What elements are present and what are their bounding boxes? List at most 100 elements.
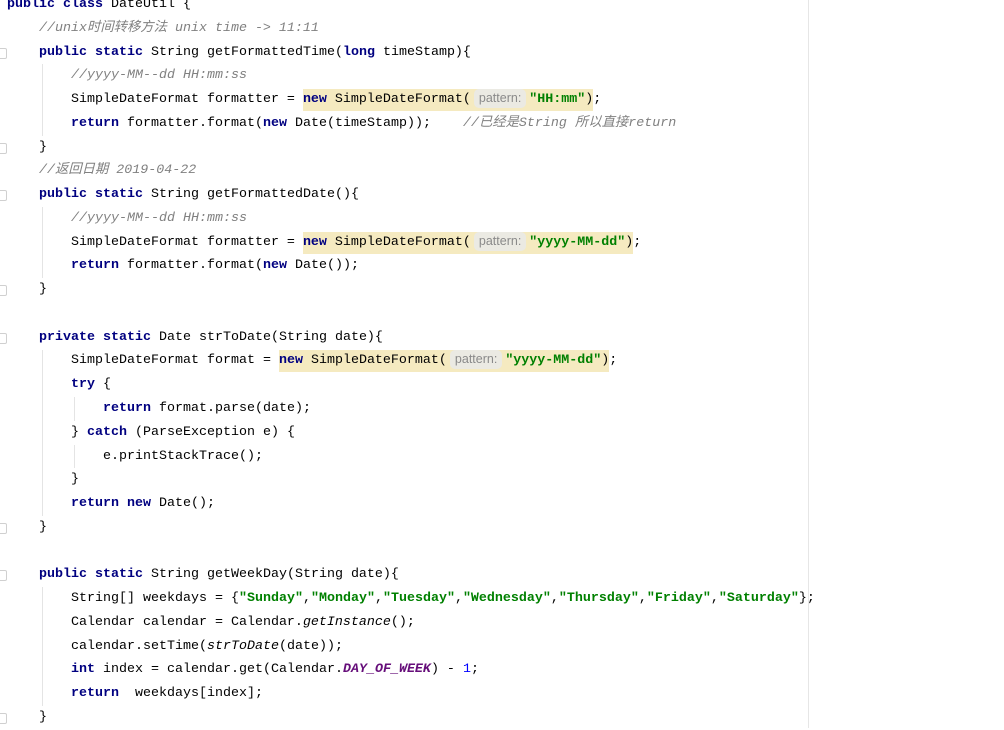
code-token: //yyyy-MM--dd HH:mm:ss xyxy=(71,68,247,84)
code-token: "Thursday" xyxy=(558,591,639,607)
code-line[interactable]: calendar.setTime(strToDate(date)); xyxy=(7,635,1004,659)
code-line[interactable]: } xyxy=(7,706,1004,730)
code-line[interactable]: //yyyy-MM--dd HH:mm:ss xyxy=(7,64,1004,88)
code-token: ; xyxy=(633,234,642,250)
code-token: ; xyxy=(593,92,602,108)
code-token: ) - xyxy=(430,662,463,678)
code-token: "Sunday" xyxy=(238,591,303,607)
code-token: , xyxy=(710,591,719,607)
code-line[interactable]: SimpleDateFormat formatter = new SimpleD… xyxy=(7,88,1004,112)
code-line[interactable] xyxy=(7,302,1004,326)
code-token: (); xyxy=(390,614,415,630)
code-token: "Saturday" xyxy=(718,591,799,607)
code-token: //unix时间转移方法 unix time -> 11:11 xyxy=(39,20,319,36)
code-token: try xyxy=(71,377,103,393)
code-token: (date)); xyxy=(278,638,343,654)
code-token: long xyxy=(342,44,383,60)
usage-highlight: new SimpleDateFormat(pattern: "HH:mm") xyxy=(302,89,594,112)
code-token: Date strToDate(String date){ xyxy=(158,329,383,345)
code-line[interactable]: Calendar calendar = Calendar.getInstance… xyxy=(7,611,1004,635)
code-line[interactable] xyxy=(7,540,1004,564)
fold-marker-icon[interactable] xyxy=(0,522,7,534)
fold-marker-icon[interactable] xyxy=(0,332,7,344)
code-token: String getWeekDay(String date){ xyxy=(150,567,399,583)
code-line[interactable]: //unix时间转移方法 unix time -> 11:11 xyxy=(7,17,1004,41)
code-token: , xyxy=(374,591,383,607)
code-line[interactable]: e.printStackTrace(); xyxy=(7,445,1004,469)
code-token: DAY_OF_WEEK xyxy=(342,662,431,678)
code-line[interactable]: return formatter.format(new Date()); xyxy=(7,254,1004,278)
code-token: Calendar calendar = Calendar. xyxy=(7,614,303,630)
fold-marker-icon[interactable] xyxy=(0,285,7,297)
fold-marker-icon[interactable] xyxy=(0,570,7,582)
code-token: "HH:mm" xyxy=(529,92,586,108)
code-line[interactable]: return format.parse(date); xyxy=(7,397,1004,421)
code-line[interactable]: } xyxy=(7,516,1004,540)
code-token: SimpleDateFormat format = xyxy=(7,353,279,369)
code-token: SimpleDateFormat formatter = xyxy=(7,234,303,250)
code-editor[interactable]: public class DateUtil { //unix时间转移方法 uni… xyxy=(7,0,1004,730)
code-line[interactable]: SimpleDateFormat format = new SimpleDate… xyxy=(7,349,1004,373)
code-line[interactable]: private static Date strToDate(String dat… xyxy=(7,326,1004,350)
code-line[interactable]: public class DateUtil { xyxy=(7,0,1004,17)
code-token: } xyxy=(7,519,47,535)
fold-marker-icon[interactable] xyxy=(0,47,7,59)
code-token: (ParseException e) { xyxy=(134,424,295,440)
code-line[interactable]: SimpleDateFormat formatter = new SimpleD… xyxy=(7,231,1004,255)
code-token: } xyxy=(7,139,47,155)
code-line[interactable]: return formatter.format(new Date(timeSta… xyxy=(7,112,1004,136)
code-line[interactable]: } catch (ParseException e) { xyxy=(7,421,1004,445)
code-line[interactable]: return weekdays[index]; xyxy=(7,682,1004,706)
code-token: } xyxy=(7,424,87,440)
code-token: SimpleDateFormat( xyxy=(326,234,471,250)
code-line[interactable]: public static String getFormattedDate(){ xyxy=(7,183,1004,207)
code-token: SimpleDateFormat formatter = xyxy=(7,92,303,108)
usage-highlight: new SimpleDateFormat(pattern: "yyyy-MM-dd… xyxy=(302,231,634,254)
code-line[interactable]: //返回日期 2019-04-22 xyxy=(7,159,1004,183)
code-token: "yyyy-MM-dd" xyxy=(505,353,602,369)
code-token: private static xyxy=(39,329,159,345)
code-token: "Wednesday" xyxy=(462,591,551,607)
parameter-hint: pattern: xyxy=(473,231,527,251)
code-line[interactable]: String[] weekdays = {"Sunday","Monday","… xyxy=(7,587,1004,611)
code-token: } xyxy=(7,282,47,298)
fold-marker-icon[interactable] xyxy=(0,190,7,202)
code-line[interactable]: int index = calendar.get(Calendar.DAY_OF… xyxy=(7,658,1004,682)
code-token: new xyxy=(262,115,295,131)
code-token: strToDate xyxy=(206,638,279,654)
code-token: public static xyxy=(39,44,151,60)
code-line[interactable]: return new Date(); xyxy=(7,492,1004,516)
code-token: ; xyxy=(609,353,618,369)
code-token: int xyxy=(71,662,103,678)
code-token: DateUtil { xyxy=(110,0,191,12)
code-line[interactable]: } xyxy=(7,136,1004,160)
code-token: weekdays[index]; xyxy=(135,686,263,702)
code-line[interactable]: try { xyxy=(7,373,1004,397)
code-token: new xyxy=(262,258,295,274)
code-token: , xyxy=(454,591,463,607)
code-token: public static xyxy=(39,187,151,203)
fold-marker-icon[interactable] xyxy=(0,142,7,154)
code-token: timeStamp){ xyxy=(382,44,471,60)
code-line[interactable]: public static String getWeekDay(String d… xyxy=(7,563,1004,587)
code-token: //返回日期 2019-04-22 xyxy=(39,163,197,179)
usage-highlight: new SimpleDateFormat(pattern: "yyyy-MM-dd… xyxy=(278,350,610,373)
code-line[interactable]: //yyyy-MM--dd HH:mm:ss xyxy=(7,207,1004,231)
code-token: Date(); xyxy=(158,496,215,512)
code-token: "Friday" xyxy=(646,591,711,607)
code-token: index = calendar.get(Calendar. xyxy=(103,662,343,678)
code-line[interactable]: public static String getFormattedTime(lo… xyxy=(7,41,1004,65)
fold-marker-icon[interactable] xyxy=(0,713,7,725)
parameter-hint: pattern: xyxy=(449,350,503,370)
code-token: public class xyxy=(7,0,111,12)
code-line[interactable]: } xyxy=(7,468,1004,492)
code-token: formatter.format( xyxy=(127,258,263,274)
code-line[interactable]: } xyxy=(7,278,1004,302)
